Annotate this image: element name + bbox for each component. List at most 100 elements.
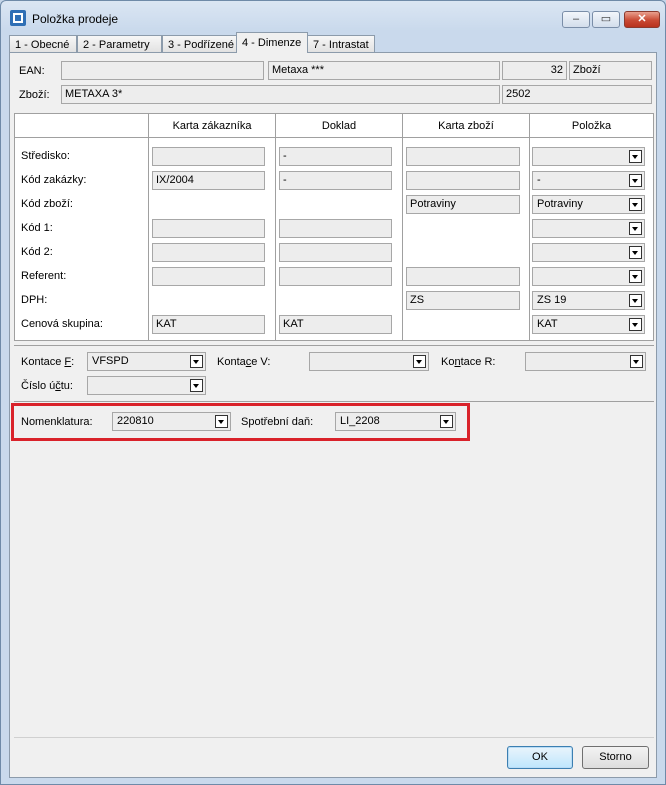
row-label-dph: DPH: (21, 294, 48, 306)
row-label-kod-zakazky: Kód zakázky: (21, 174, 87, 186)
product-name-field: Metaxa *** (268, 61, 500, 80)
kontace-f-combo[interactable]: VFSPD (87, 352, 206, 371)
tab-podrizene[interactable]: 3 - Podřízené (162, 35, 237, 52)
kontace-r-label: Kontace R: (441, 356, 495, 368)
kod2-customer-field (152, 243, 265, 262)
item-type-field: Zboží (569, 61, 652, 80)
dropdown-arrow-icon[interactable] (190, 355, 203, 368)
maximize-button[interactable]: ▭ (592, 11, 620, 28)
goods-label: Zboží: (19, 89, 50, 101)
row-label-kod-1: Kód 1: (21, 222, 53, 234)
dropdown-arrow-icon[interactable] (413, 355, 426, 368)
ok-button[interactable]: OK (507, 746, 573, 769)
label-text: Kontace (21, 356, 65, 368)
dimension-grid: Karta zákazníka Doklad Karta zboží Polož… (14, 113, 654, 341)
label-text: Ko (441, 356, 455, 368)
tab-obecne[interactable]: 1 - Obecné (9, 35, 77, 52)
kontace-f-label: Kontace F: (21, 356, 74, 368)
column-header-karta-zakaznika: Karta zákazníka (149, 114, 275, 138)
dropdown-arrow-icon[interactable] (629, 294, 642, 307)
kod-zbozi-goods-field: Potraviny (406, 195, 520, 214)
kod-zakazky-document-field: - (279, 171, 392, 190)
title-bar[interactable]: Položka prodeje – ▭ ✕ (1, 1, 665, 33)
combo-value: ZS 19 (537, 294, 567, 306)
stredisko-customer-field (152, 147, 265, 166)
label-text: e V: (251, 356, 271, 368)
row-label-kod-zbozi: Kód zboží: (21, 198, 73, 210)
column-header-polozka: Položka (530, 114, 653, 138)
kontace-v-combo[interactable] (309, 352, 429, 371)
quantity-field: 32 (502, 61, 567, 80)
row-label-kod-2: Kód 2: (21, 246, 53, 258)
cenova-skupina-document-field: KAT (279, 315, 392, 334)
kod-zakazky-item-combo[interactable]: - (532, 171, 645, 190)
combo-value: Potraviny (537, 198, 583, 210)
dialog-window: Položka prodeje – ▭ ✕ 1 - Obecné 2 - Par… (0, 0, 666, 785)
section-divider (14, 401, 654, 402)
combo-value: KAT (537, 318, 558, 330)
kod2-document-field (279, 243, 392, 262)
grid-divider (402, 114, 403, 340)
goods-name-field: METAXA 3* (61, 85, 500, 104)
referent-document-field (279, 267, 392, 286)
cislo-uctu-label: Číslo účtu: (21, 380, 73, 392)
column-header-doklad: Doklad (276, 114, 402, 138)
row-label-stredisko: Středisko: (21, 150, 70, 162)
close-icon: ✕ (637, 13, 647, 25)
dropdown-arrow-icon[interactable] (629, 174, 642, 187)
column-header-karta-zbozi: Karta zboží (403, 114, 529, 138)
goods-code-field: 2502 (502, 85, 652, 104)
app-icon (10, 10, 26, 26)
close-button[interactable]: ✕ (624, 11, 660, 28)
dropdown-arrow-icon[interactable] (629, 318, 642, 331)
tab-dimenze[interactable]: 4 - Dimenze (236, 32, 308, 53)
label-text: Konta (217, 356, 246, 368)
tab-intrastat[interactable]: 7 - Intrastat (307, 35, 375, 52)
dph-item-combo[interactable]: ZS 19 (532, 291, 645, 310)
grid-corner (15, 114, 148, 138)
kod2-item-combo[interactable] (532, 243, 645, 262)
kod-zakazky-goods-field (406, 171, 520, 190)
referent-goods-field (406, 267, 520, 286)
cenova-skupina-item-combo[interactable]: KAT (532, 315, 645, 334)
dropdown-arrow-icon[interactable] (629, 246, 642, 259)
dropdown-arrow-icon[interactable] (629, 198, 642, 211)
grid-divider (148, 114, 149, 340)
tab-content: EAN: Metaxa *** 32 Zboží Zboží: METAXA 3… (9, 52, 657, 778)
dropdown-arrow-icon[interactable] (190, 379, 203, 392)
cislo-uctu-combo[interactable] (87, 376, 206, 395)
referent-item-combo[interactable] (532, 267, 645, 286)
section-divider (14, 345, 654, 346)
dropdown-arrow-icon[interactable] (630, 355, 643, 368)
combo-value: VFSPD (92, 355, 129, 367)
grid-divider (275, 114, 276, 340)
label-text: tace R: (460, 356, 496, 368)
row-label-referent: Referent: (21, 270, 67, 282)
kod-zakazky-customer-field: IX/2004 (152, 171, 265, 190)
maximize-icon: ▭ (600, 13, 612, 25)
kontace-r-combo[interactable] (525, 352, 646, 371)
kontace-v-label: Kontace V: (217, 356, 270, 368)
label-text: Číslo ú (21, 380, 56, 392)
dropdown-arrow-icon[interactable] (629, 222, 642, 235)
storno-button[interactable]: Storno (582, 746, 649, 769)
minimize-icon: – (572, 13, 580, 25)
tab-parametry[interactable]: 2 - Parametry (77, 35, 162, 52)
dph-goods-field: ZS (406, 291, 520, 310)
dropdown-arrow-icon[interactable] (629, 150, 642, 163)
kod1-document-field (279, 219, 392, 238)
stredisko-item-combo[interactable] (532, 147, 645, 166)
ean-field (61, 61, 264, 80)
grid-divider (529, 114, 530, 340)
referent-customer-field (152, 267, 265, 286)
dropdown-arrow-icon[interactable] (629, 270, 642, 283)
combo-value: - (537, 174, 541, 186)
kod1-item-combo[interactable] (532, 219, 645, 238)
kod1-customer-field (152, 219, 265, 238)
stredisko-document-field: - (279, 147, 392, 166)
footer-divider (14, 737, 654, 738)
minimize-button[interactable]: – (562, 11, 590, 28)
kod-zbozi-item-combo[interactable]: Potraviny (532, 195, 645, 214)
label-text: tu: (60, 380, 73, 392)
cenova-skupina-customer-field: KAT (152, 315, 265, 334)
